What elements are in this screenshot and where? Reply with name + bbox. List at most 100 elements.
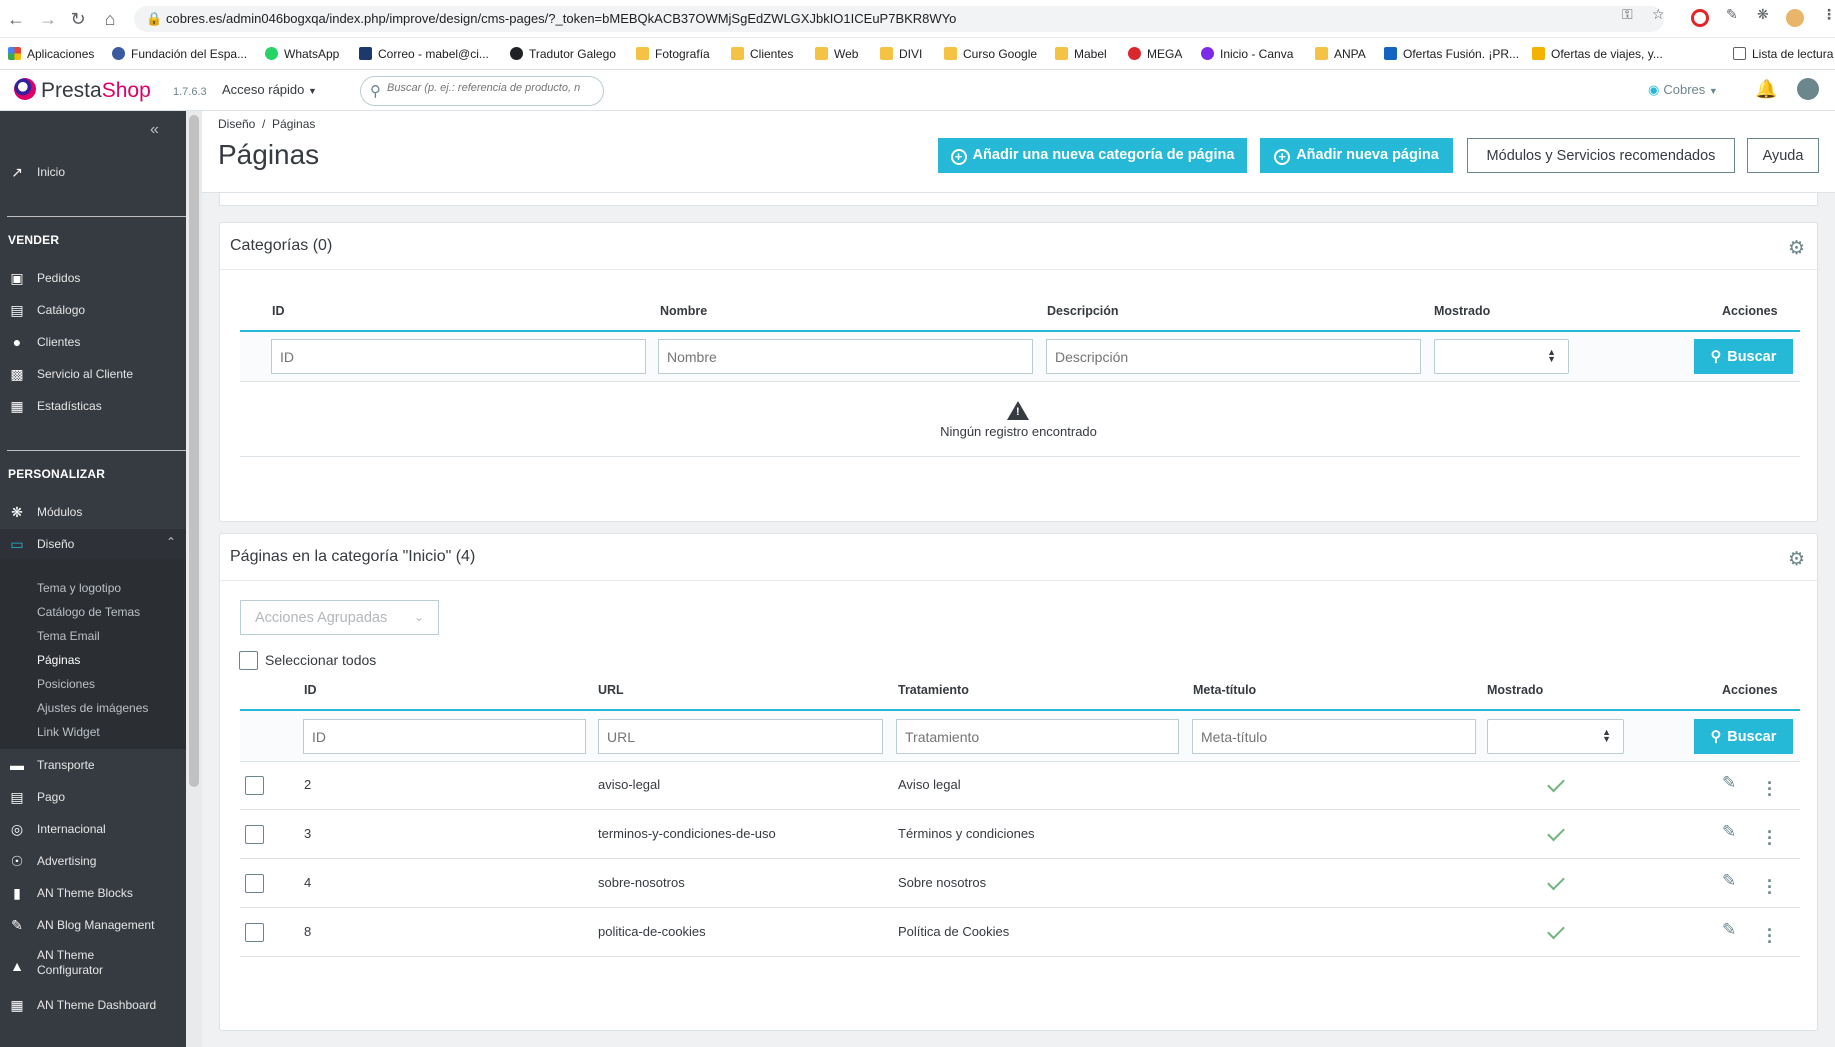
sidebar-item-home[interactable]: ↗ Inicio (0, 157, 186, 187)
check-icon[interactable] (1547, 823, 1565, 842)
employee-avatar-icon[interactable] (1797, 78, 1819, 100)
bulk-actions-dropdown[interactable]: Acciones Agrupadas ⌄ (240, 600, 439, 635)
row-checkbox[interactable] (245, 776, 264, 795)
submenu-item-image-settings[interactable]: Ajustes de imágenes (37, 701, 148, 715)
filter-id-input[interactable] (303, 719, 586, 754)
col-header-description[interactable]: Descripción (1047, 304, 1119, 318)
bookmark-item[interactable]: Fundación del Espa... (112, 45, 247, 63)
filter-id-input[interactable] (271, 339, 646, 374)
gear-icon[interactable]: ⚙ (1788, 237, 1805, 260)
key-icon[interactable]: ⚿ (1622, 6, 1633, 23)
filter-url-input[interactable] (598, 719, 883, 754)
bookmark-folder[interactable]: DIVI (880, 45, 922, 63)
filter-meta-title-input[interactable] (1192, 719, 1476, 754)
col-header-meta-title[interactable]: Meta-título (1193, 683, 1256, 697)
sidebar-item-stats[interactable]: ▦ Estadísticas (0, 391, 186, 421)
row-checkbox[interactable] (245, 874, 264, 893)
collapse-sidebar-icon[interactable]: « (150, 121, 159, 139)
star-icon[interactable]: ☆ (1652, 6, 1665, 23)
prestashop-logo[interactable]: PrestaShop (14, 78, 151, 103)
col-header-title[interactable]: Tratamiento (898, 683, 969, 697)
search-icon[interactable]: ⚲ (370, 82, 381, 100)
profile-avatar-icon[interactable] (1786, 9, 1804, 27)
edit-pencil-icon[interactable]: ✎ (1722, 920, 1736, 940)
reading-list[interactable]: Lista de lectura (1733, 45, 1833, 63)
filter-title-input[interactable] (896, 719, 1179, 754)
sidebar-item-customers[interactable]: ● Clientes (0, 327, 186, 357)
filter-name-input[interactable] (658, 339, 1033, 374)
check-icon[interactable] (1547, 872, 1565, 891)
address-bar[interactable]: 🔒 cobres.es/admin046bogxqa/index.php/imp… (134, 6, 1664, 32)
bookmark-folder[interactable]: Curso Google (944, 45, 1037, 63)
sidebar-item-catalog[interactable]: ▤ Catálogo (0, 295, 186, 325)
sidebar-item-international[interactable]: ◎ Internacional (0, 814, 186, 844)
filter-displayed-select[interactable]: ▲ ▼ (1434, 339, 1569, 374)
col-header-url[interactable]: URL (598, 683, 624, 697)
bookmark-folder[interactable]: Fotografía (636, 45, 710, 63)
sidebar-item-payment[interactable]: ▤ Pago (0, 782, 186, 812)
bookmark-item[interactable]: Ofertas de viajes, y... (1532, 45, 1663, 63)
select-all-label[interactable]: Seleccionar todos (265, 652, 376, 668)
notifications-bell-icon[interactable]: 🔔 (1755, 79, 1777, 100)
submenu-item-email-theme[interactable]: Tema Email (37, 629, 100, 643)
sidebar-item-orders[interactable]: ▣ Pedidos (0, 263, 186, 293)
col-header-displayed[interactable]: Mostrado (1434, 304, 1490, 318)
opera-extension-icon[interactable] (1691, 9, 1709, 27)
search-button[interactable]: ⚲ Buscar (1694, 719, 1793, 754)
col-header-name[interactable]: Nombre (660, 304, 707, 318)
sidebar-item-shipping[interactable]: ▬ Transporte (0, 750, 186, 780)
edit-pencil-icon[interactable]: ✎ (1722, 822, 1736, 842)
bookmark-item[interactable]: Tradutor Galego (510, 45, 616, 63)
submenu-item-theme[interactable]: Tema y logotipo (37, 581, 121, 595)
submenu-item-pages[interactable]: Páginas (37, 653, 80, 667)
bookmark-folder[interactable]: Mabel (1055, 45, 1107, 63)
col-header-id[interactable]: ID (304, 683, 317, 697)
more-vertical-icon[interactable]: · · · (1767, 823, 1773, 853)
back-arrow-icon[interactable]: ← (4, 7, 28, 31)
bookmark-item[interactable]: WhatsApp (265, 45, 339, 63)
check-icon[interactable] (1547, 774, 1565, 793)
col-header-id[interactable]: ID (272, 304, 285, 318)
sidebar-item-an-theme-dashboard[interactable]: ▦ AN Theme Dashboard (0, 990, 186, 1020)
edit-pencil-icon[interactable]: ✎ (1722, 773, 1736, 793)
puzzle-extension-icon[interactable]: ❋ (1757, 6, 1769, 23)
submenu-item-theme-catalog[interactable]: Catálogo de Temas (37, 605, 140, 619)
quick-access-dropdown[interactable]: Acceso rápido ▼ (222, 82, 317, 97)
forward-arrow-icon[interactable]: → (36, 7, 60, 31)
bookmark-item[interactable]: Ofertas Fusión. ¡PR... (1384, 45, 1519, 63)
view-shop-link[interactable]: ◉ Cobres ▼ (1648, 82, 1718, 98)
more-vertical-icon[interactable]: · · · (1767, 774, 1773, 804)
reload-icon[interactable]: ↻ (66, 7, 90, 31)
recommended-modules-button[interactable]: Módulos y Servicios recomendados (1467, 138, 1735, 173)
filter-displayed-select[interactable]: ▲ ▼ (1487, 719, 1624, 754)
sidebar-item-advertising[interactable]: ☉ Advertising (0, 846, 186, 876)
edit-pencil-icon[interactable]: ✎ (1722, 871, 1736, 891)
header-search-input[interactable] (387, 82, 597, 94)
bookmark-folder[interactable]: Clientes (731, 45, 793, 63)
col-header-displayed[interactable]: Mostrado (1487, 683, 1543, 697)
bookmark-item[interactable]: Inicio - Canva (1201, 45, 1293, 63)
select-all-checkbox[interactable] (239, 651, 258, 670)
bookmark-folder[interactable]: ANPA (1315, 45, 1366, 63)
address-url[interactable]: cobres.es/admin046bogxqa/index.php/impro… (166, 11, 956, 26)
bookmark-folder[interactable]: Web (815, 45, 858, 63)
sidebar-item-customer-service[interactable]: ▩ Servicio al Cliente (0, 359, 186, 389)
filter-description-input[interactable] (1046, 339, 1421, 374)
add-category-button[interactable]: + Añadir una nueva categoría de página (938, 138, 1247, 173)
submenu-item-positions[interactable]: Posiciones (37, 677, 95, 691)
sidebar-item-an-theme-configurator[interactable]: ▲ AN Theme Configurator (0, 944, 186, 984)
row-checkbox[interactable] (245, 923, 264, 942)
more-vertical-icon[interactable]: · · · (1767, 872, 1773, 902)
more-vertical-icon[interactable]: · · · (1767, 921, 1773, 951)
breadcrumb-parent[interactable]: Diseño (218, 117, 255, 131)
browser-menu-icon[interactable]: ⋮ (1822, 6, 1835, 23)
bookmark-apps[interactable]: Aplicaciones (8, 45, 94, 63)
bookmark-item[interactable]: Correo - mabel@ci... (359, 45, 489, 63)
bookmark-item[interactable]: MEGA (1128, 45, 1182, 63)
submenu-item-link-widget[interactable]: Link Widget (37, 725, 100, 739)
row-checkbox[interactable] (245, 825, 264, 844)
help-button[interactable]: Ayuda (1747, 138, 1819, 173)
sidebar-item-an-blog[interactable]: ✎ AN Blog Management (0, 910, 186, 940)
sidebar-item-an-theme-blocks[interactable]: ▮ AN Theme Blocks (0, 878, 186, 908)
add-page-button[interactable]: + Añadir nueva página (1260, 138, 1453, 173)
